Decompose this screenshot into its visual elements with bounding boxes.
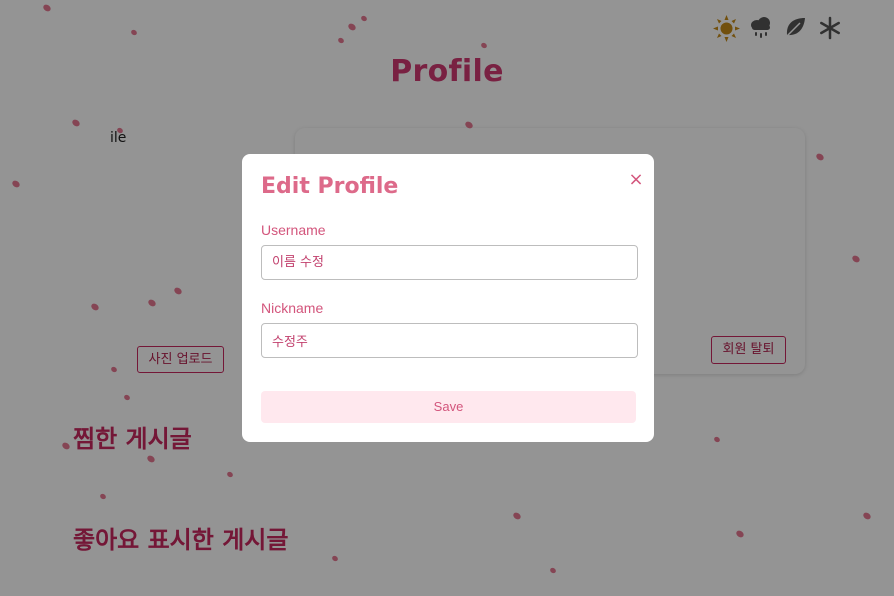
close-icon[interactable]: × <box>628 170 644 190</box>
nickname-label: Nickname <box>261 300 324 316</box>
save-button[interactable]: Save <box>261 391 636 423</box>
username-label: Username <box>261 222 326 238</box>
modal-title: Edit Profile <box>261 174 399 199</box>
username-field[interactable] <box>261 245 638 280</box>
nickname-field[interactable] <box>261 323 638 358</box>
edit-profile-modal: Edit Profile × Username Nickname Save <box>242 154 654 442</box>
